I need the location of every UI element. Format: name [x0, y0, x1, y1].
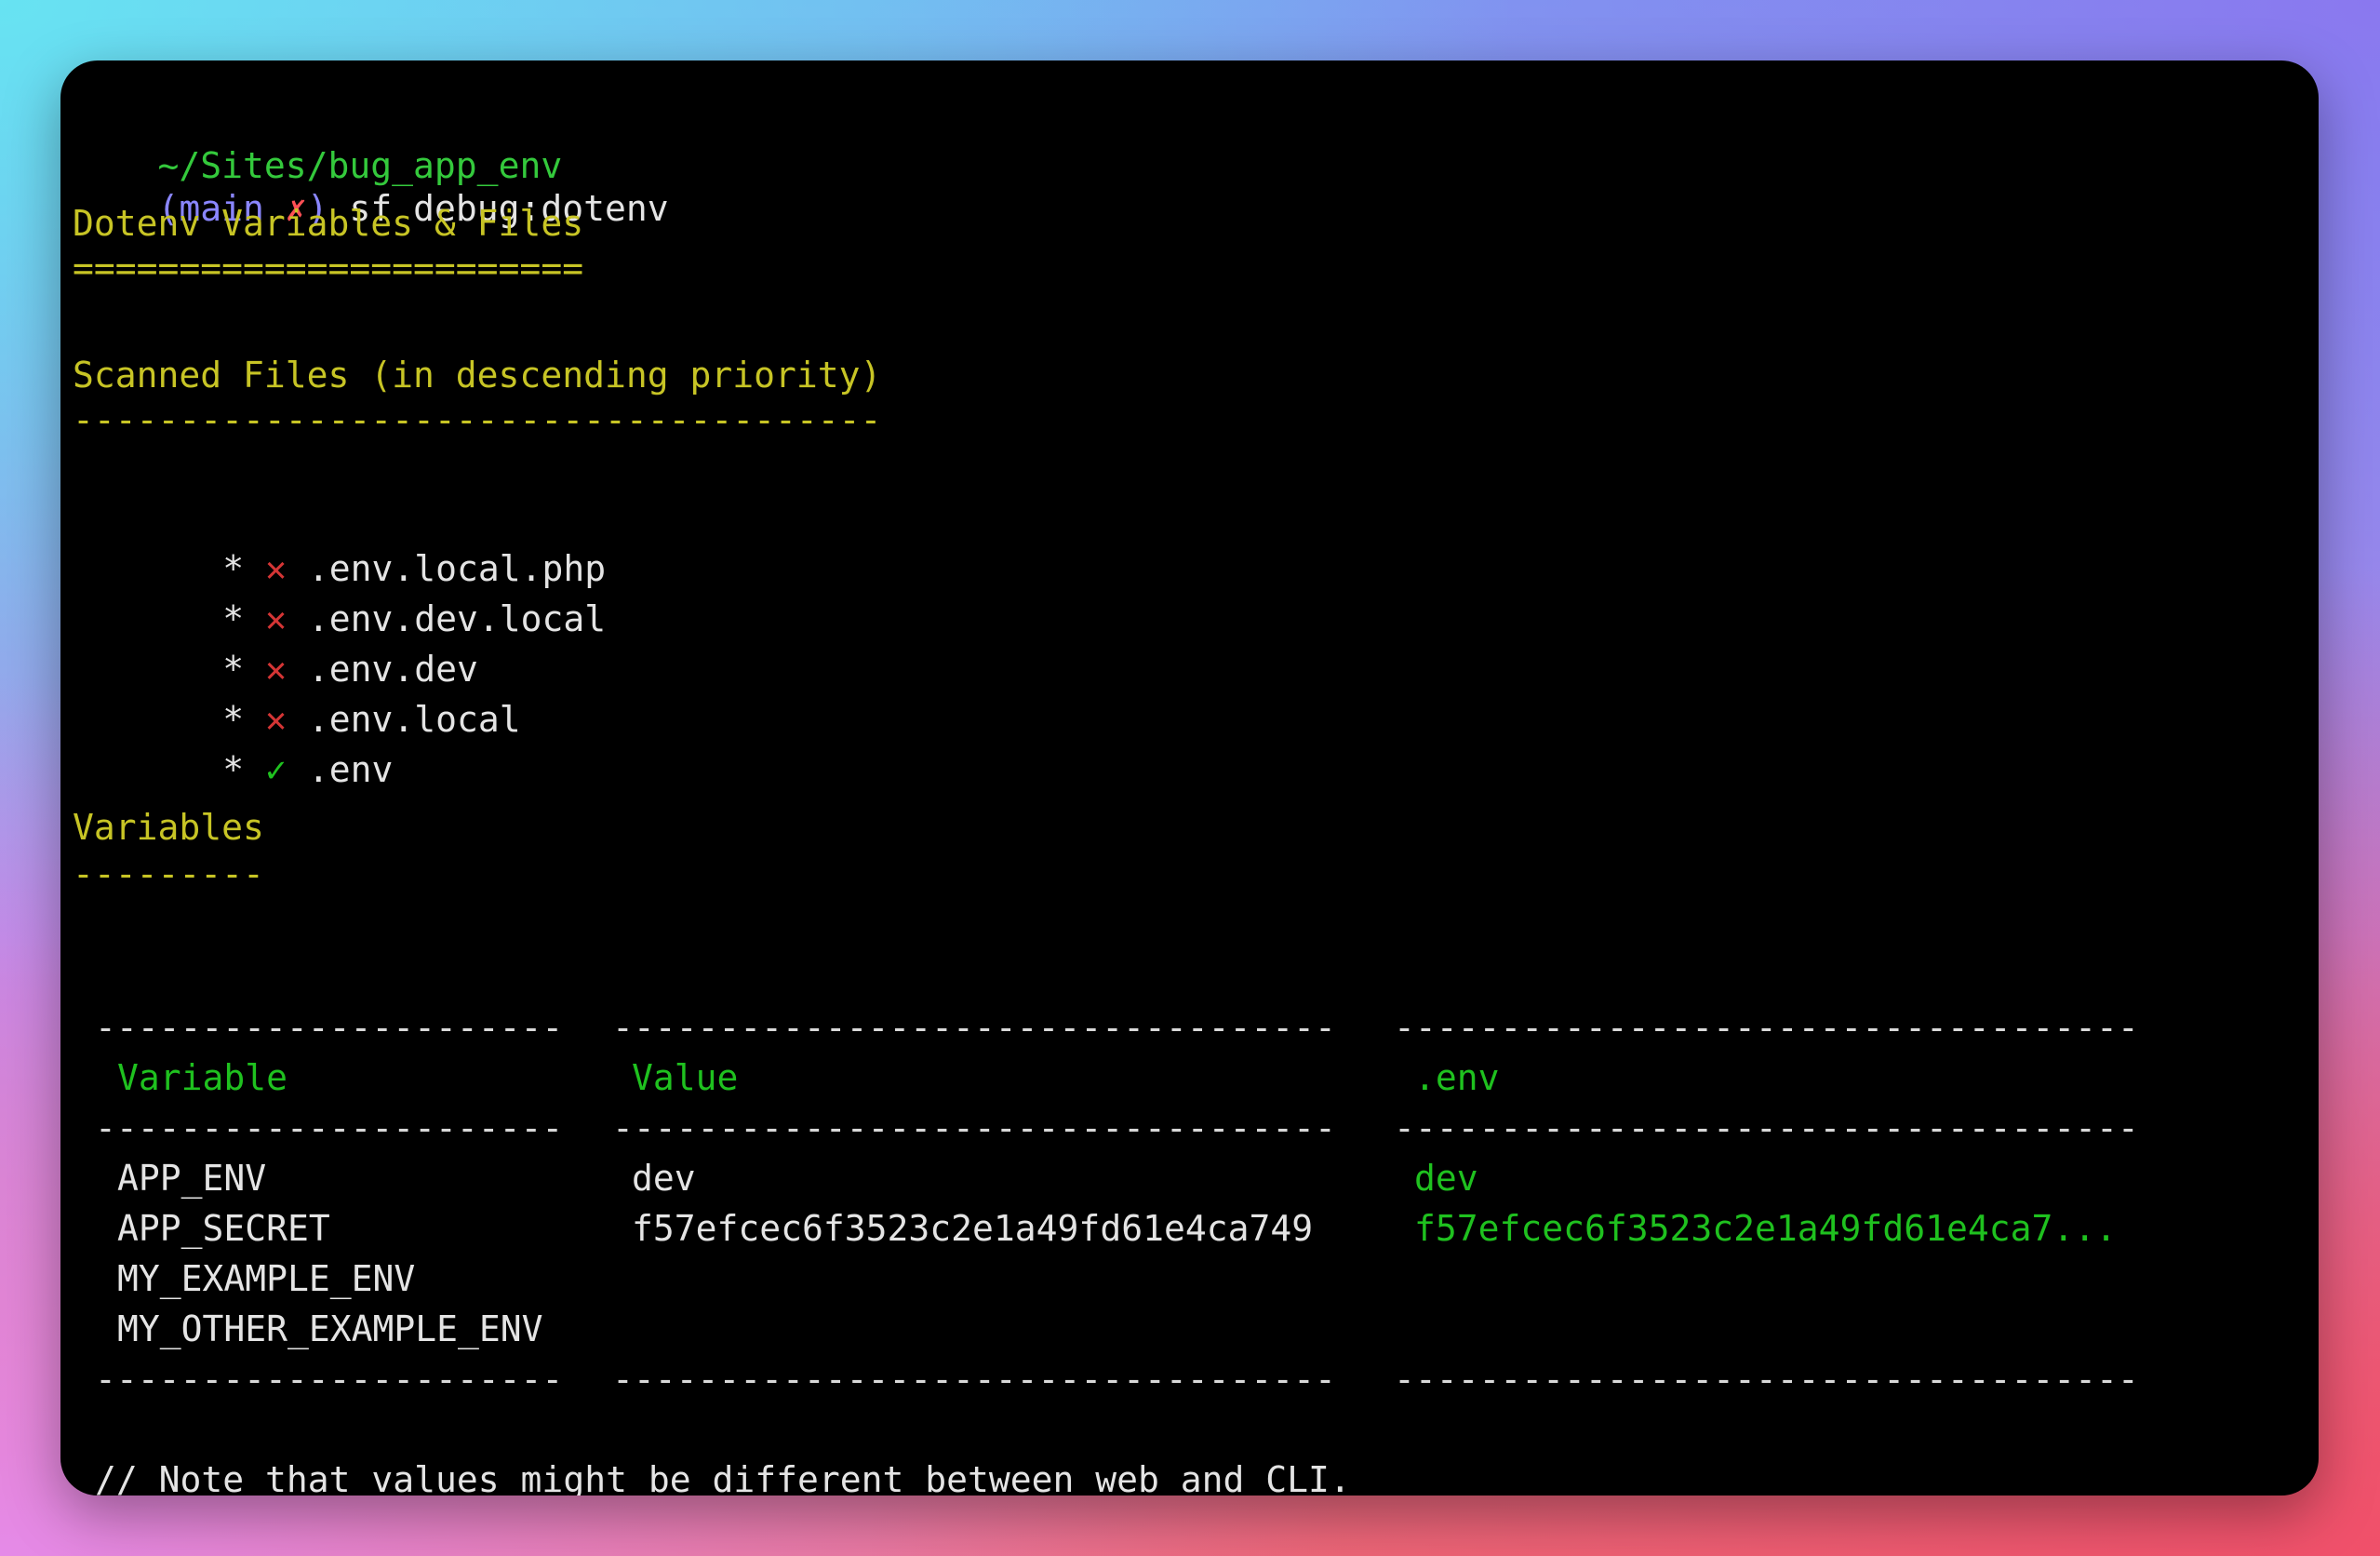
note-text: // Note that values might be different b… [95, 1459, 1351, 1496]
title-underline: ======================== [73, 248, 584, 288]
cell-variable: APP_SECRET [117, 1208, 330, 1249]
column-header-env: .env [1414, 1057, 1500, 1098]
column-header-variable: Variable [117, 1057, 288, 1098]
table-rule: ---------------------------------- [612, 1107, 1336, 1148]
cell-variable: APP_ENV [117, 1158, 267, 1199]
cell-env: f57efcec6f3523c2e1a49fd61e4ca7... [1414, 1208, 2117, 1249]
table-rule: ---------------------- [95, 1007, 564, 1048]
check-icon: ✓ [265, 749, 287, 790]
variables-underline: --------- [73, 853, 264, 894]
table-rule: ----------------------------------- [1394, 1107, 2139, 1148]
table-rule: ---------------------------------- [612, 1359, 1336, 1400]
cell-env: dev [1414, 1158, 1478, 1199]
table-rule: ---------------------------------- [612, 1007, 1336, 1048]
page-title: Dotenv Variables & Files [73, 203, 584, 244]
scanned-files-heading: Scanned Files (in descending priority) [73, 355, 882, 396]
variables-heading: Variables [73, 807, 264, 848]
prompt-path: ~/Sites/bug_app_env [157, 145, 563, 186]
table-rule: ----------------------------------- [1394, 1359, 2139, 1400]
table-rule: ---------------------- [95, 1107, 564, 1148]
cell-value: f57efcec6f3523c2e1a49fd61e4ca749 [632, 1208, 1314, 1249]
table-rule: ----------------------------------- [1394, 1007, 2139, 1048]
scanned-files-underline: -------------------------------------- [73, 399, 882, 440]
cell-variable: MY_EXAMPLE_ENV [117, 1258, 416, 1299]
bullet: * [222, 749, 245, 790]
table-rule: ---------------------- [95, 1359, 564, 1400]
cell-value: dev [632, 1158, 696, 1199]
terminal-window[interactable]: ~/Sites/bug_app_env (main ✗) sf debug:do… [60, 60, 2319, 1496]
cell-variable: MY_OTHER_EXAMPLE_ENV [117, 1308, 543, 1349]
file-name: .env [307, 749, 394, 790]
column-header-value: Value [632, 1057, 739, 1098]
